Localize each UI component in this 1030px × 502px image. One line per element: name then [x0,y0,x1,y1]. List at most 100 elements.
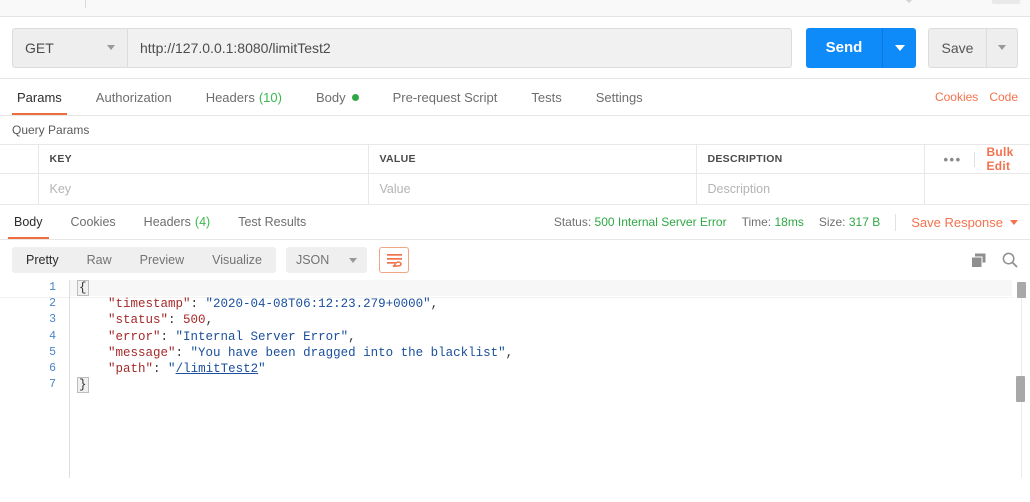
table-row: Key Value Description [0,174,1030,205]
code-link[interactable]: Code [989,90,1018,104]
query-params-table: KEY VALUE DESCRIPTION ••• Bulk Edit Key … [0,144,1030,205]
line-number: 4 [0,329,69,345]
response-headers-count-badge: (4) [195,215,210,229]
code-line: "path": "/limitTest2" [70,361,1012,377]
colon: : [153,362,168,376]
line-number: 1 [0,280,69,296]
line-number-gutter: 1 2 3 4 5 6 7 [0,280,70,478]
indent [78,313,108,327]
line-number: 5 [0,345,69,361]
tab-tests[interactable]: Tests [514,79,578,115]
response-body-viewer[interactable]: 1 2 3 4 5 6 7 { "timestamp": "2020-04-08… [0,280,1030,478]
line-number: 6 [0,361,69,377]
tab-authorization[interactable]: Authorization [79,79,189,115]
colon: : [168,313,183,327]
tab-label: Authorization [96,90,172,105]
tab-label: Settings [596,90,643,105]
send-options-button[interactable] [882,28,916,68]
ellipsis-icon[interactable]: ••• [944,152,962,167]
chevron-down-icon [107,45,115,50]
code-line: "message": "You have been dragged into t… [70,345,1012,361]
tab-divider [85,0,86,8]
time-value: 18ms [774,215,803,229]
headers-count-badge: (10) [259,90,282,105]
comma: , [431,297,439,311]
tab-label: Tests [531,90,561,105]
status-label: Status: [554,215,591,229]
param-value-input[interactable]: Value [368,174,696,205]
param-description-input[interactable]: Description [696,174,924,205]
view-mode-raw[interactable]: Raw [73,247,126,273]
code-lines[interactable]: { "timestamp": "2020-04-08T06:12:23.279+… [70,280,1012,393]
copy-icon[interactable] [971,253,986,268]
response-format-select[interactable]: JSON [286,247,367,273]
view-mode-preview[interactable]: Preview [126,247,198,273]
url-text: http://127.0.0.1:8080/limitTest2 [140,40,331,56]
quote-close: " [258,362,266,376]
view-mode-pretty[interactable]: Pretty [12,247,73,273]
response-tabs: Body Cookies Headers (4) Test Results St… [0,205,1030,240]
table-header-row: KEY VALUE DESCRIPTION ••• Bulk Edit [0,145,1030,174]
column-header-description: DESCRIPTION [696,145,924,174]
colon: : [161,330,176,344]
tab-headers[interactable]: Headers (10) [189,79,299,115]
tab-settings[interactable]: Settings [579,79,660,115]
comma: , [348,330,356,344]
save-button[interactable]: Save [928,28,986,68]
send-button[interactable]: Send [806,28,882,68]
time-label: Time: [742,215,772,229]
quote-open: " [168,362,176,376]
save-options-button[interactable] [986,28,1018,68]
line-number: 3 [0,312,69,328]
bulk-edit-button[interactable]: Bulk Edit [986,145,1030,173]
url-input[interactable]: http://127.0.0.1:8080/limitTest2 [127,28,792,68]
response-viewer-toolbar: Pretty Raw Preview Visualize JSON [0,240,1030,280]
row-checkbox-cell[interactable] [0,174,38,205]
response-format-label: JSON [296,253,329,267]
http-method-select[interactable]: GET [12,28,127,68]
tab-label: Params [17,90,62,105]
line-number: 2 [0,296,69,312]
tab-stub[interactable] [992,0,1020,4]
viewer-empty-area [0,478,1030,502]
response-tab-cookies[interactable]: Cookies [57,205,130,239]
json-value-path-link[interactable]: /limitTest2 [176,362,259,376]
tab-label: Body [14,215,43,229]
tab-label: Body [316,90,346,105]
row-actions-cell [924,174,1030,205]
line-number: 7 [0,377,69,393]
http-method-label: GET [25,40,54,56]
body-present-dot-icon [352,94,359,101]
response-tab-headers[interactable]: Headers (4) [130,205,225,239]
tab-body[interactable]: Body [299,79,376,115]
cookies-link[interactable]: Cookies [935,90,978,104]
word-wrap-button[interactable] [379,247,409,273]
param-key-input[interactable]: Key [38,174,368,205]
chevron-down-icon[interactable] [905,0,913,3]
view-mode-visualize[interactable]: Visualize [198,247,276,273]
json-key-message: "message" [108,346,176,360]
code-line: } [70,377,1012,393]
select-all-checkbox-cell[interactable] [0,145,38,174]
tab-pre-request-script[interactable]: Pre-request Script [376,79,515,115]
tab-params[interactable]: Params [0,79,79,115]
search-icon[interactable] [1002,252,1018,268]
vertical-scrollbar-thumb[interactable] [1016,376,1025,402]
comma: , [206,313,214,327]
save-response-button[interactable]: Save Response [911,215,1018,230]
response-tab-body[interactable]: Body [0,205,57,239]
request-tab-strip[interactable] [0,0,1030,17]
response-tab-test-results[interactable]: Test Results [224,205,320,239]
chevron-down-icon [349,258,357,263]
tab-label: Cookies [71,215,116,229]
size-label: Size: [819,215,846,229]
size-meta: Size: 317 B [819,215,880,229]
query-params-title: Query Params [0,116,1030,144]
size-value: 317 B [849,215,880,229]
code-line: "status": 500, [70,312,1012,328]
code-line: { [70,280,1012,296]
indent [78,362,108,376]
chevron-down-icon [1010,220,1018,225]
vertical-scrollbar-thumb-top[interactable] [1017,282,1026,298]
code-line: "timestamp": "2020-04-08T06:12:23.279+00… [70,296,1012,312]
